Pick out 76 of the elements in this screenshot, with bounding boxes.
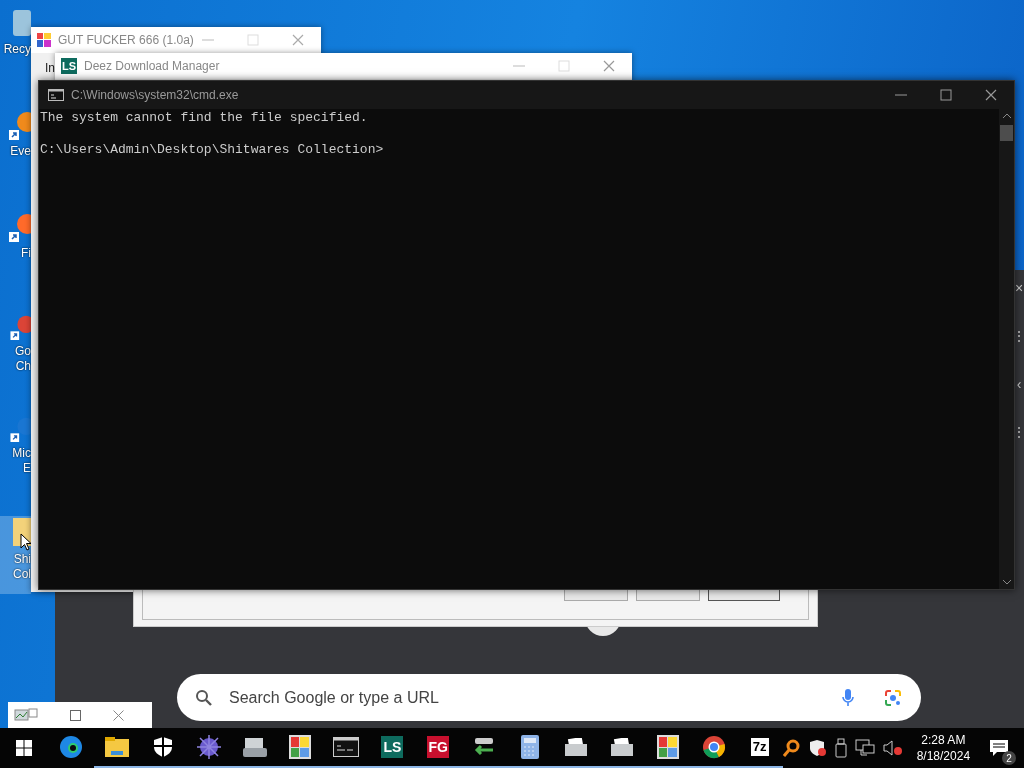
shortcut-label: Eve — [10, 144, 31, 159]
clock[interactable]: 2:28 AM 8/18/2024 — [910, 732, 977, 764]
close-icon[interactable] — [113, 709, 124, 721]
console-icon — [333, 737, 360, 757]
color-chart-icon — [289, 735, 312, 759]
shortcut-icon — [9, 212, 31, 242]
folder-icon — [104, 737, 129, 757]
shortcut-label: Go — [15, 344, 31, 359]
document-icon — [610, 738, 633, 756]
desktop-shortcut[interactable]: Fi — [0, 210, 31, 272]
shortcut-icon — [9, 314, 31, 340]
scroll-down-icon[interactable] — [1002, 579, 1011, 585]
mouse-pointer-icon — [20, 533, 32, 551]
maximize-icon[interactable] — [940, 89, 952, 101]
dialog-button[interactable] — [708, 590, 780, 601]
console-icon — [48, 89, 64, 101]
microphone-icon[interactable] — [841, 687, 855, 708]
security-warning-icon[interactable] — [808, 739, 827, 757]
browser-icon — [701, 735, 726, 759]
shortcut-label: Ch — [15, 359, 31, 374]
notification-badge: 2 — [1002, 751, 1017, 765]
console-prompt: C:\Users\Admin\Desktop\Shitwares Collection> — [40, 142, 385, 158]
search-icon — [195, 688, 213, 707]
magnifier-icon[interactable] — [782, 739, 801, 757]
shortcut-label: Shi — [13, 552, 31, 567]
scrollbar[interactable] — [999, 109, 1014, 589]
shortcut-icon — [9, 416, 31, 442]
scroll-up-icon[interactable] — [1002, 113, 1011, 119]
browser-side-glyph[interactable]: × — [1014, 280, 1024, 296]
browser-side-glyph[interactable]: ⋮ — [1012, 328, 1024, 344]
spiky-ball-icon — [196, 735, 221, 759]
app-logo-icon: LS — [381, 736, 404, 758]
window-title: C:\Windows\system32\cmd.exe — [71, 88, 239, 102]
taskbar-app[interactable]: LS — [369, 728, 416, 768]
shortcut-label: Recy — [3, 42, 31, 57]
desktop-shortcut[interactable]: Mic E — [0, 414, 31, 476]
search-field[interactable]: Search Google or type a URL — [177, 674, 921, 721]
shortcut-icon — [9, 110, 31, 140]
desktop-shortcut[interactable]: Recy — [0, 6, 31, 68]
browser-side-glyph[interactable]: ⋮ — [1012, 424, 1024, 440]
app-logo-icon: FG — [427, 736, 450, 758]
edge-icon — [58, 735, 83, 759]
maximize-icon[interactable] — [70, 709, 81, 721]
scanner-icon — [242, 736, 267, 758]
muted-speaker-icon[interactable] — [882, 739, 903, 757]
archive-logo-icon: 7z — [750, 738, 769, 756]
taskbar-app[interactable]: 7z — [736, 728, 783, 768]
app-icon: LS — [61, 58, 77, 74]
taskbar-app[interactable]: FG — [415, 728, 462, 768]
document-icon — [565, 738, 587, 756]
shortcut-label: Col — [13, 567, 31, 582]
shield-icon — [152, 736, 173, 758]
close-icon[interactable] — [985, 89, 997, 101]
window-thumbnail-icon[interactable] — [14, 708, 38, 722]
app-icon — [37, 33, 51, 47]
color-chart-icon — [656, 735, 679, 759]
window-title: GUT FUCKER 666 (1.0a) — [58, 33, 194, 47]
shortcut-label: E — [23, 461, 31, 476]
network-icon[interactable] — [854, 739, 875, 757]
clock-time: 2:28 AM — [921, 732, 966, 748]
usb-drive-icon[interactable] — [834, 738, 847, 758]
camera-lens-icon[interactable] — [883, 687, 903, 708]
window-text: In — [45, 61, 55, 75]
console-output: The system cannot find the file specified. — [40, 110, 369, 126]
browser-side-glyph[interactable]: ‹ — [1016, 376, 1022, 392]
calculator-icon — [521, 735, 540, 759]
shortcut-label: Mic — [12, 446, 31, 461]
desktop-shortcut[interactable]: Eve — [0, 108, 31, 170]
search-input[interactable]: Search Google or type a URL — [227, 687, 827, 708]
windows-logo-icon — [15, 740, 32, 756]
clock-date: 8/18/2024 — [916, 748, 971, 764]
window-title: Deez Download Manager — [84, 59, 220, 73]
scroll-thumb[interactable] — [1000, 125, 1013, 141]
shortcut-label: Fi — [21, 246, 31, 261]
desktop-shortcut[interactable]: Go Ch — [0, 312, 31, 374]
close-icon[interactable] — [603, 60, 615, 72]
